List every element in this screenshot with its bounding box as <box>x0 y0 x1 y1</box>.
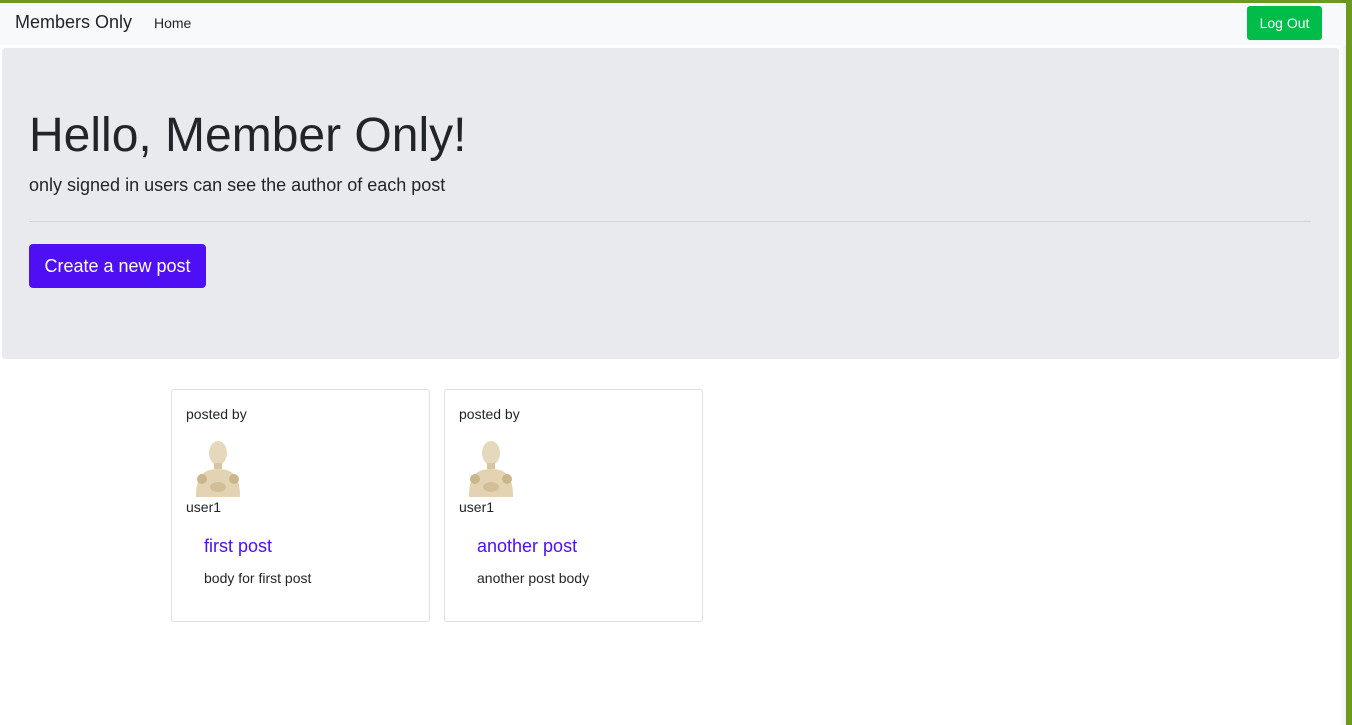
scroll-shadow <box>1339 0 1346 725</box>
window-right-border <box>1346 0 1352 725</box>
post-title-link[interactable]: first post <box>204 536 272 557</box>
mannequin-avatar-icon <box>188 435 252 497</box>
create-post-button[interactable]: Create a new post <box>29 244 206 288</box>
brand-link[interactable]: Members Only <box>15 12 132 33</box>
logout-button[interactable]: Log Out <box>1247 6 1322 40</box>
page-title: Hello, Member Only! <box>29 109 467 162</box>
posted-by-label: posted by <box>186 406 247 422</box>
mannequin-avatar-icon <box>461 435 525 497</box>
navbar: Members Only Home Log Out <box>0 3 1346 45</box>
post-card: posted by user1 first post body for firs… <box>171 389 430 622</box>
post-author: user1 <box>459 499 495 515</box>
post-body: another post body <box>477 570 590 586</box>
hero-subtitle: only signed in users can see the author … <box>29 175 446 195</box>
nav-home-link[interactable]: Home <box>154 15 191 31</box>
hero-divider <box>29 221 1311 222</box>
post-title-link[interactable]: another post <box>477 536 577 557</box>
post-body: body for first post <box>204 570 312 586</box>
hero-jumbotron: Hello, Member Only! only signed in users… <box>2 48 1339 359</box>
post-author: user1 <box>186 499 222 515</box>
posted-by-label: posted by <box>459 406 520 422</box>
post-card: posted by user1 another post another pos… <box>444 389 703 622</box>
